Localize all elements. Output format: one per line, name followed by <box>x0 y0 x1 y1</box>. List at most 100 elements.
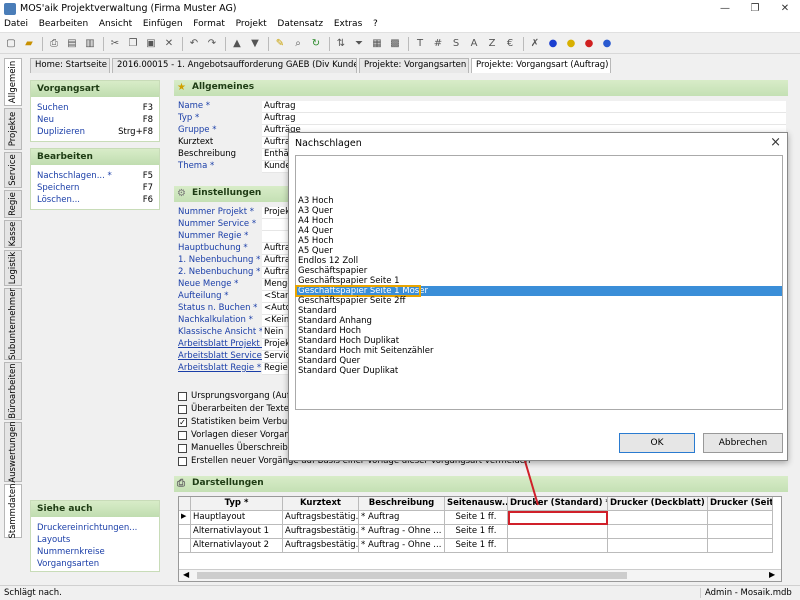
grid-cell[interactable]: * Auftrag - Ohne ... <box>359 539 445 553</box>
document-icon[interactable]: ▥ <box>82 36 98 52</box>
checkbox-box[interactable] <box>178 456 187 466</box>
user-group-icon[interactable]: ● <box>599 36 615 52</box>
neu-action[interactable]: Neu F8 <box>31 114 159 126</box>
paste-icon[interactable]: ▣ <box>143 36 159 52</box>
menu-help[interactable]: ? <box>369 18 382 30</box>
user-yellow-icon[interactable]: ● <box>563 36 579 52</box>
vtab-allgemein[interactable]: Allgemein <box>4 58 22 106</box>
column-header[interactable]: Typ * <box>191 497 283 511</box>
speichern-action[interactable]: Speichern F7 <box>31 182 159 194</box>
typ-field[interactable]: Auftrag <box>262 113 786 125</box>
user-red-icon[interactable]: ● <box>581 36 597 52</box>
arrow-down-icon[interactable]: ▼ <box>247 36 263 52</box>
arbeitsblatt-regie-link[interactable]: Arbeitsblatt Regie * <box>178 363 261 373</box>
vtab-regie[interactable]: Regie <box>4 190 22 218</box>
list-item[interactable]: Geschäftspapier <box>296 266 782 276</box>
filter-icon[interactable]: ⏷ <box>351 36 367 52</box>
list-item[interactable]: Standard Quer Duplikat <box>296 366 782 376</box>
print-icon[interactable]: ⎙ <box>46 36 62 52</box>
list-item[interactable]: A3 Hoch <box>296 196 782 206</box>
checkbox-box[interactable] <box>178 443 187 453</box>
grid-cell[interactable] <box>708 539 773 553</box>
grid-cell[interactable]: Seite 1 ff. <box>445 525 508 539</box>
minimize-button[interactable]: — <box>710 0 740 18</box>
vtab-auswertungen[interactable]: Auswertungen <box>4 421 22 483</box>
vtab-kasse[interactable]: Kasse <box>4 220 22 248</box>
loeschen-action[interactable]: Löschen... F6 <box>31 194 159 206</box>
column-header[interactable]: Kurztext <box>283 497 359 511</box>
column-header[interactable]: Drucker (Seite 1) <box>708 497 773 511</box>
grid-cell[interactable]: Auftragsbestätig... <box>283 539 359 553</box>
menu-format[interactable]: Format <box>189 18 229 30</box>
grid-cell[interactable] <box>708 511 773 525</box>
grid-cell[interactable]: Alternativlayout 1 <box>191 525 283 539</box>
list-item[interactable]: Standard Hoch Duplikat <box>296 336 782 346</box>
scroll-right-icon[interactable]: ▶ <box>769 570 775 579</box>
grid-cell[interactable] <box>608 539 708 553</box>
manuelles-checkbox[interactable]: Manuelles Überschreiben <box>178 443 298 453</box>
ursprungsvorgang-checkbox[interactable]: Ursprungsvorgang (Auftr <box>178 391 297 401</box>
tab-vorgangsarten[interactable]: Projekte: Vorgangsarten✕ <box>359 58 469 73</box>
a-tool-icon[interactable]: A <box>466 36 482 52</box>
ueberarbeiten-checkbox[interactable]: Überarbeiten der Texte n <box>178 404 297 414</box>
nachschlagen-action[interactable]: Nachschlagen... * F5 <box>31 170 159 182</box>
list-item[interactable]: Standard Hoch <box>296 326 782 336</box>
druckereinrichtungen-link[interactable]: Druckereinrichtungen... <box>31 522 159 534</box>
restore-button[interactable]: ❐ <box>740 0 770 18</box>
list-item[interactable]: Endlos 12 Zoll <box>296 256 782 266</box>
grid-cell[interactable] <box>508 525 608 539</box>
vtab-subunternehmer[interactable]: Subunternehmer <box>4 288 22 360</box>
grid-cell[interactable] <box>508 539 608 553</box>
cut-icon[interactable]: ✂ <box>107 36 123 52</box>
arbeitsblatt-projekt-link[interactable]: Arbeitsblatt Projekt * <box>178 339 267 349</box>
table-row[interactable]: Alternativlayout 1 Auftragsbestätig... *… <box>179 525 773 539</box>
checkbox-box[interactable] <box>178 391 187 401</box>
list-item[interactable]: Standard <box>296 306 782 316</box>
vorlagen-checkbox[interactable]: Vorlagen dieser Vorgangs <box>178 430 300 440</box>
menu-ansicht[interactable]: Ansicht <box>95 18 136 30</box>
list-item[interactable]: Geschäftspapier Seite 2ff <box>296 296 782 306</box>
table-row[interactable]: Alternativlayout 2 Auftragsbestätig... *… <box>179 539 773 553</box>
statistiken-checkbox[interactable]: ✓ Statistiken beim Verbuche <box>178 417 303 427</box>
scroll-left-icon[interactable]: ◀ <box>183 570 189 579</box>
list-item[interactable]: A5 Quer <box>296 246 782 256</box>
cancel-button[interactable]: Abbrechen <box>703 433 783 453</box>
z-tool-icon[interactable]: Z <box>484 36 500 52</box>
delete-icon[interactable]: ✕ <box>161 36 177 52</box>
grid-cell[interactable] <box>608 511 708 525</box>
column-header[interactable]: Beschreibung <box>359 497 445 511</box>
column-header[interactable]: Drucker (Standard) * <box>508 497 608 511</box>
undo-icon[interactable]: ↶ <box>186 36 202 52</box>
list-item[interactable]: A5 Hoch <box>296 236 782 246</box>
checkbox-box[interactable] <box>178 430 187 440</box>
text-tool-icon[interactable]: T <box>412 36 428 52</box>
list-item[interactable]: A4 Hoch <box>296 216 782 226</box>
drucker-standard-cell[interactable] <box>508 511 608 525</box>
tools-icon[interactable]: ✗ <box>527 36 543 52</box>
menu-datensatz[interactable]: Datensatz <box>273 18 327 30</box>
vtab-bueroarbeiten[interactable]: Büroarbeiten <box>4 362 22 420</box>
name-field[interactable]: Auftrag <box>262 101 786 113</box>
list-item[interactable]: A4 Quer <box>296 226 782 236</box>
arbeitsblatt-service-link[interactable]: Arbeitsblatt Service * <box>178 351 269 361</box>
grid-cell[interactable] <box>708 525 773 539</box>
suchen-action[interactable]: Suchen F3 <box>31 102 159 114</box>
grid-cell[interactable]: * Auftrag - Ohne ... <box>359 525 445 539</box>
redo-icon[interactable]: ↷ <box>204 36 220 52</box>
grid-cell[interactable]: Auftragsbestätig... <box>283 511 359 525</box>
list-item[interactable]: Standard Anhang <box>296 316 782 326</box>
vtab-projekte[interactable]: Projekte <box>4 108 22 150</box>
grid-icon[interactable]: ▩ <box>387 36 403 52</box>
menu-bearbeiten[interactable]: Bearbeiten <box>35 18 92 30</box>
nummernkreise-link[interactable]: Nummernkreise <box>31 546 159 558</box>
s-tool-icon[interactable]: S <box>448 36 464 52</box>
menu-extras[interactable]: Extras <box>330 18 366 30</box>
checkbox-box-checked[interactable]: ✓ <box>178 417 187 427</box>
list-item[interactable]: Geschäftspapier Seite 1 <box>296 276 782 286</box>
menu-einfuegen[interactable]: Einfügen <box>139 18 187 30</box>
new-document-icon[interactable]: ▢ <box>3 36 19 52</box>
column-header[interactable]: Drucker (Deckblatt) * <box>608 497 708 511</box>
vtab-service[interactable]: Service <box>4 152 22 188</box>
arrow-up-icon[interactable]: ▲ <box>229 36 245 52</box>
pencil-icon[interactable]: ✎ <box>272 36 288 52</box>
